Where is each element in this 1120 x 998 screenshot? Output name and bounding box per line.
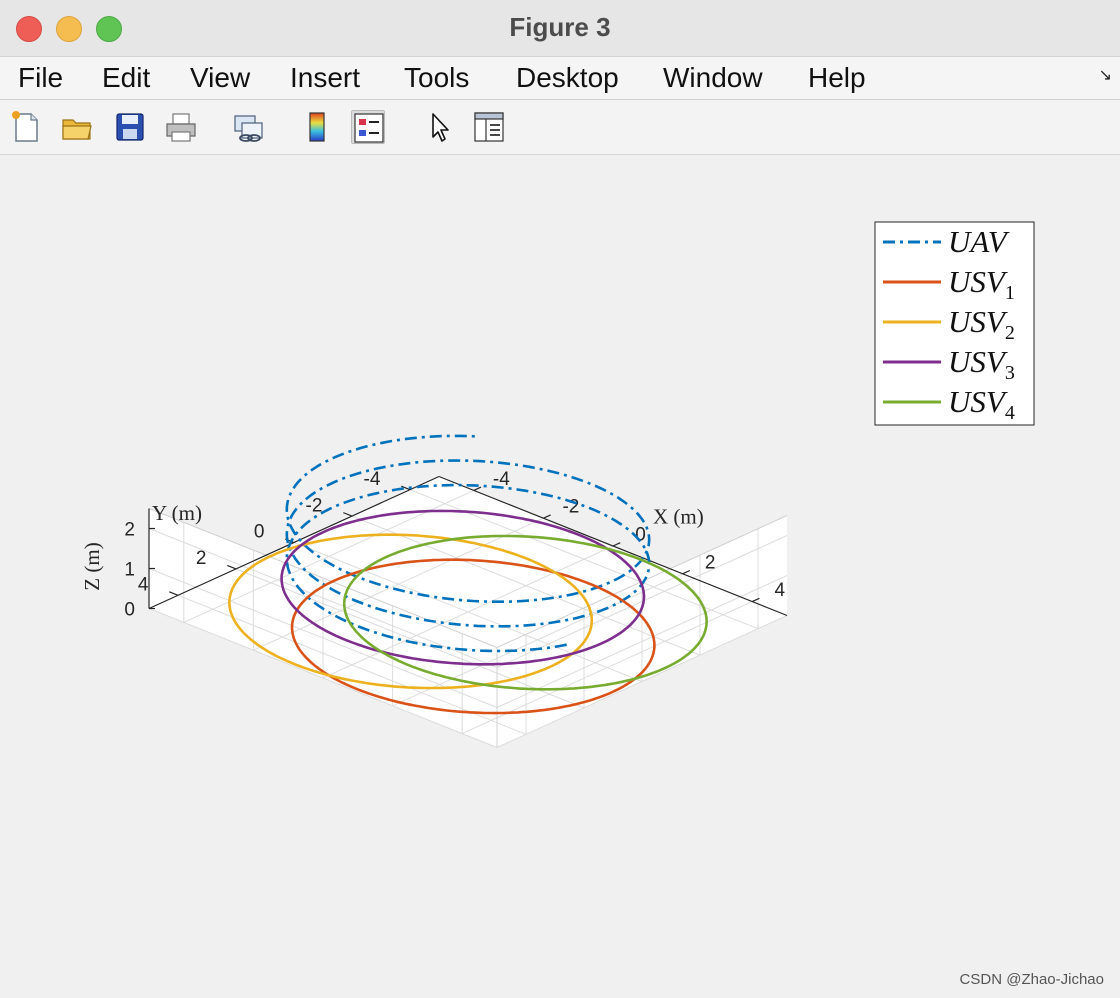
x-axis-label: X (m) [653, 505, 704, 529]
x-tick [612, 542, 621, 547]
z-tick-label: 0 [124, 600, 135, 621]
legend-label: UAV [948, 224, 1010, 259]
legend-label: USV2 [948, 304, 1015, 344]
figure-axes[interactable]: -4-2024-4-2024012X (m)Y (m)Z (m)UAVUSV1U… [0, 0, 1120, 998]
z-tick-label: 1 [124, 560, 135, 581]
x-tick-label: -2 [562, 497, 579, 518]
y-tick-label: -4 [364, 469, 381, 490]
x-tick-label: 4 [774, 580, 785, 601]
y-tick-label: 2 [196, 548, 207, 569]
z-axis-label: Z (m) [80, 542, 104, 590]
y-tick [343, 512, 353, 517]
x-tick-label: 0 [635, 524, 646, 545]
z-tick-label: 2 [124, 520, 135, 541]
watermark: CSDN @Zhao-Jichao [959, 971, 1104, 988]
y-axis-label: Y (m) [152, 501, 202, 525]
legend-label: USV3 [948, 344, 1015, 384]
x-tick [473, 486, 482, 491]
x-tick-label: 2 [705, 552, 716, 573]
legend-label: USV4 [948, 384, 1015, 424]
legend-label: USV1 [948, 264, 1015, 304]
y-tick-label: 0 [254, 522, 265, 543]
x-tick [543, 514, 551, 519]
y-tick-label: 4 [138, 574, 149, 595]
